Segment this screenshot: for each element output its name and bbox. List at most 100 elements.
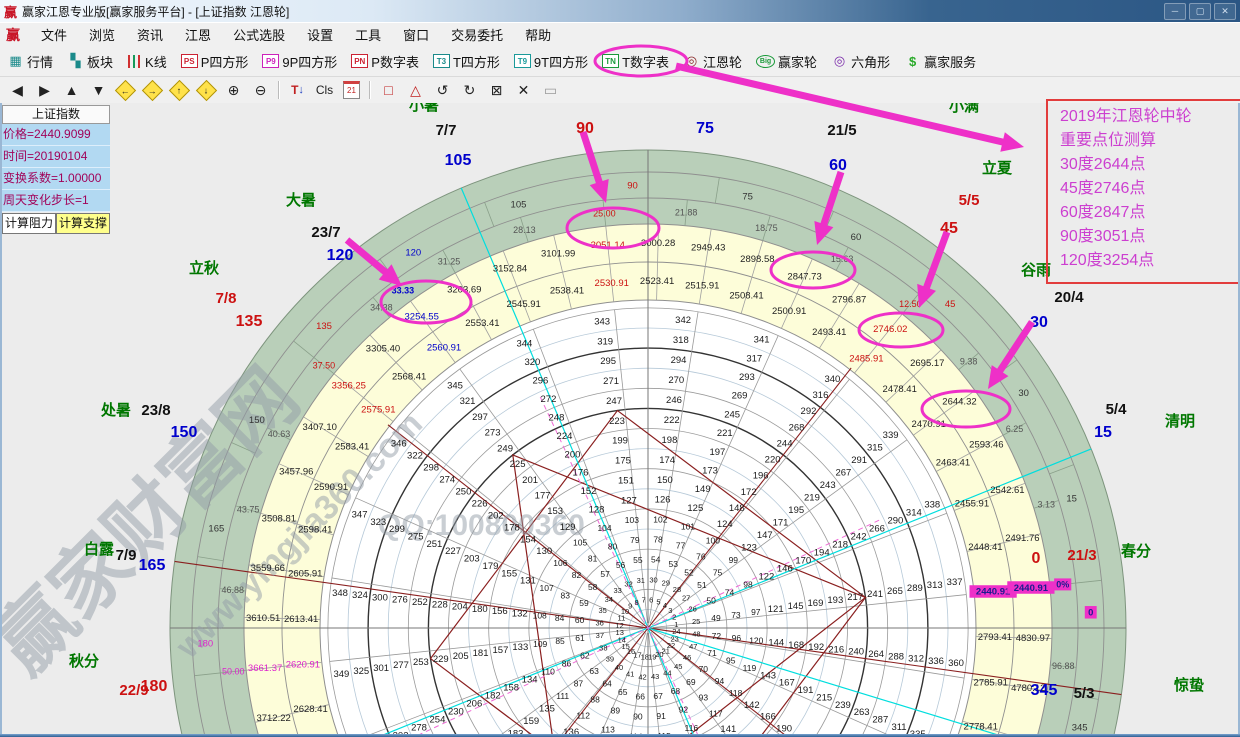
spiral-number: 316 [813,390,829,401]
t-down-button[interactable]: T↓ [285,80,310,101]
toolbar-label: 赢家轮 [778,52,817,71]
degree-value: 15 [1066,493,1077,504]
toolbar-button-kline[interactable]: K线 [124,50,170,73]
price-value: 2593.46 [969,439,1003,450]
spiral-number: 192 [808,642,824,653]
highlight-value: 0 [1088,608,1093,619]
spiral-number: 322 [407,451,423,462]
back-button[interactable]: ◀ [5,80,30,101]
spiral-number: 268 [789,422,805,433]
winner-service-icon: $ [904,54,921,68]
menu-item[interactable]: 公式选股 [222,23,296,46]
menu-item[interactable]: 设置 [296,23,344,46]
toolbar-button-sectors[interactable]: ▚板块 [64,50,116,73]
spiral-number: 35 [599,606,607,615]
toolbar-label: T数字表 [622,52,669,71]
toolbar-button-p-table[interactable]: PNP数字表 [348,50,422,73]
rotate-left-button[interactable]: ↺ [430,80,455,101]
triangle-tool-button[interactable]: △ [403,80,428,101]
toolbar-button-t-table[interactable]: TNT数字表 [599,50,672,73]
delete-x-button[interactable]: ✕ [511,80,536,101]
9t-square-icon: T9 [514,54,531,68]
spiral-number: 264 [868,649,884,660]
price-value: 3457.96 [279,466,313,477]
toolbar-button-9p-square[interactable]: P99P四方形 [259,50,340,73]
spiral-number: 196 [753,471,769,482]
spiral-number: 55 [633,555,643,565]
x-box-button[interactable]: ⊠ [484,80,509,101]
spiral-number: 133 [512,642,528,653]
spiral-number: 98 [743,580,753,590]
maximize-button[interactable]: ▢ [1189,3,1211,20]
projector-button[interactable]: ▭ [538,80,563,101]
calendar-button[interactable]: 21 [339,80,364,101]
spiral-number: 216 [828,644,844,655]
spiral-number: 180 [472,604,488,615]
price-value: 2778.41 [964,722,998,733]
menu-item[interactable]: 工具 [344,23,392,46]
spiral-number: 39 [606,654,614,663]
price-value: 3508.81 [262,514,296,525]
minimize-button[interactable]: ─ [1164,3,1186,20]
toolbar-button-9t-square[interactable]: T99T四方形 [511,50,591,73]
spiral-number: 346 [391,439,407,450]
calc-support-button[interactable]: 计算支撑 [56,213,110,234]
spiral-number: 43 [651,672,659,681]
menu-item[interactable]: 窗口 [392,23,440,46]
menu-item[interactable]: 江恩 [174,23,222,46]
pointer-up-button[interactable]: ▲ [59,80,84,101]
spiral-number: 321 [460,396,476,407]
step-up-button[interactable]: ↑ [167,80,192,101]
spiral-number: 193 [827,595,843,606]
toolbar-button-t-square[interactable]: T3T四方形 [430,50,503,73]
rotate-right-button[interactable]: ↻ [457,80,482,101]
spiral-number: 290 [887,515,903,526]
toolbar-button-winner-service[interactable]: $赢家服务 [901,50,979,73]
spiral-number: 222 [664,415,680,426]
spiral-number: 113 [601,724,615,734]
spiral-number: 7 [642,596,646,605]
date-label: 5/5 [959,192,980,209]
toolbar-button-winner-wheel[interactable]: Big赢家轮 [753,50,820,73]
price-value: 2448.41 [968,542,1002,553]
spiral-number: 169 [808,598,824,609]
menu-item[interactable]: 文件 [30,23,78,46]
toolbar-button-p-square[interactable]: PSP四方形 [178,50,252,73]
price-value: 2785.91 [974,677,1008,688]
forward-button[interactable]: ▶ [32,80,57,101]
menu-item[interactable]: 资讯 [126,23,174,46]
spiral-number: 190 [776,724,792,734]
toolbar-button-gann-wheel[interactable]: ◎江恩轮 [680,50,745,73]
spiral-number: 312 [908,654,924,665]
close-button[interactable]: ✕ [1214,3,1236,20]
spiral-number: 230 [448,707,464,718]
spiral-number: 67 [653,691,663,701]
solar-term-label: 春分 [1121,542,1151,560]
menu-item[interactable]: 浏览 [78,23,126,46]
spiral-number: 146 [777,564,793,575]
spiral-number: 34 [605,595,613,604]
zoom-out-button[interactable]: ⊖ [248,80,273,101]
price-value: 3559.66 [251,563,285,574]
toolbar-button-hexagon[interactable]: ◎六角形 [828,50,893,73]
price-value: 2463.41 [936,457,970,468]
percent-value: 46.88 [221,585,244,595]
pointer-down-button[interactable]: ▼ [86,80,111,101]
9p-square-icon: P9 [262,54,279,68]
spiral-number: 345 [447,380,463,391]
toolbar-button-quotes[interactable]: ▦行情 [4,50,56,73]
spiral-number: 72 [712,631,722,641]
step-right-button[interactable]: → [140,80,165,101]
step-left-button[interactable]: ← [113,80,138,101]
spiral-number: 158 [503,682,519,693]
menu-item[interactable]: 交易委托 [440,23,514,46]
menu-item[interactable]: 帮助 [514,23,562,46]
spiral-number: 300 [372,592,388,603]
rect-tool-button[interactable]: □ [376,80,401,101]
zoom-in-button[interactable]: ⊕ [221,80,246,101]
step-down-button[interactable]: ↓ [194,80,219,101]
calc-resistance-button[interactable]: 计算阻力 [2,213,56,234]
spiral-number: 73 [731,610,741,620]
cls-button[interactable]: Cls [312,80,337,101]
spiral-number: 81 [588,553,598,563]
